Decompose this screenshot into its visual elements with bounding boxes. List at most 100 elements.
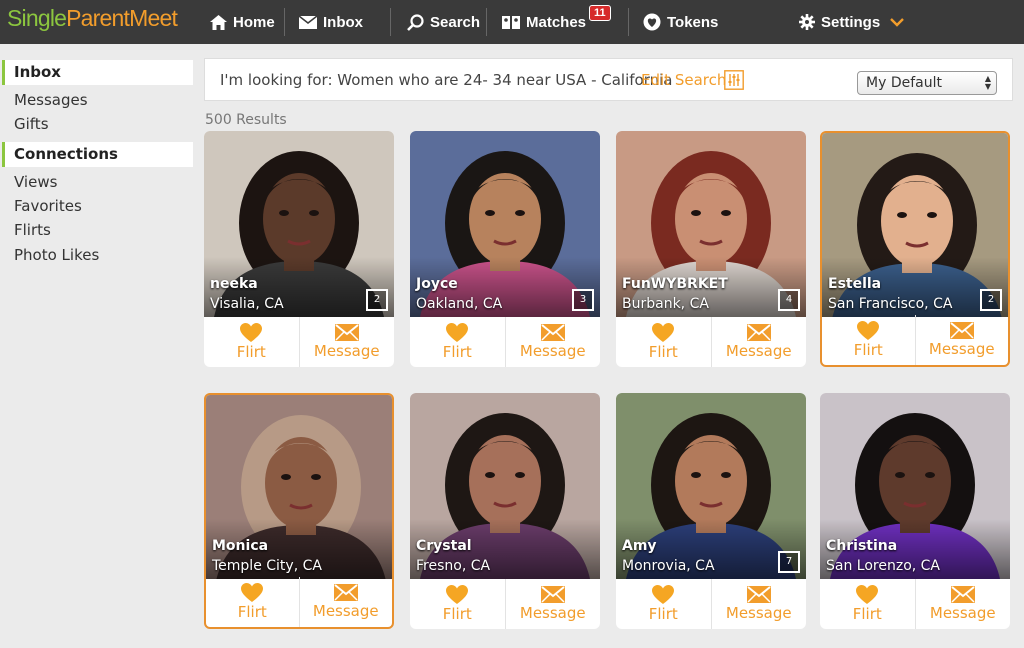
envelope-icon: [334, 324, 359, 341]
card-actions: Flirt Message: [822, 315, 1008, 365]
envelope-icon: [746, 324, 771, 341]
sidebar-item-gifts[interactable]: Gifts: [14, 115, 49, 133]
chevron-down-icon[interactable]: [890, 17, 905, 27]
flirt-label: Flirt: [442, 343, 472, 361]
sliders-icon[interactable]: [724, 70, 744, 90]
photo-count-badge[interactable]: 3: [572, 289, 594, 311]
message-button[interactable]: Message: [914, 579, 1011, 629]
nav-tokens[interactable]: Tokens: [643, 0, 718, 44]
flirt-button[interactable]: Flirt: [204, 317, 299, 367]
sort-select[interactable]: My Default ▲ ▼: [857, 71, 997, 95]
nav-settings[interactable]: Settings: [799, 0, 910, 44]
home-icon: [210, 14, 227, 30]
profile-location: San Francisco, CA: [828, 296, 953, 312]
nav-divider: [390, 8, 391, 36]
profile-name: Crystal: [416, 538, 472, 554]
flirt-label: Flirt: [852, 605, 882, 623]
nav-home-label: Home: [233, 13, 275, 31]
profile-photo[interactable]: Monica Temple City, CA: [206, 395, 392, 579]
nav-inbox[interactable]: Inbox: [299, 0, 363, 44]
profile-card[interactable]: Monica Temple City, CA Flirt Message: [204, 393, 394, 629]
nav-home[interactable]: Home: [210, 0, 275, 44]
message-button[interactable]: Message: [298, 577, 393, 627]
profile-card[interactable]: neeka Visalia, CA 2 Flirt Message: [204, 131, 394, 367]
nav-settings-label: Settings: [821, 13, 881, 31]
profile-card[interactable]: Estella San Francisco, CA 2 Flirt Messag…: [820, 131, 1010, 367]
photo-count-badge[interactable]: 7: [778, 551, 800, 573]
flirt-label: Flirt: [236, 343, 266, 361]
nav-divider: [284, 8, 285, 36]
profile-photo[interactable]: Crystal Fresno, CA: [410, 393, 600, 579]
profile-photo[interactable]: neeka Visalia, CA 2: [204, 131, 394, 317]
message-label: Message: [929, 604, 996, 622]
card-actions: Flirt Message: [616, 579, 806, 629]
profile-location: San Lorenzo, CA: [826, 558, 941, 574]
flirt-button[interactable]: Flirt: [206, 577, 299, 627]
gear-icon: [799, 14, 815, 30]
message-button[interactable]: Message: [298, 317, 395, 367]
flirt-button[interactable]: Flirt: [822, 315, 915, 365]
nav-divider: [628, 8, 629, 36]
envelope-icon: [950, 586, 975, 603]
flirt-button[interactable]: Flirt: [616, 317, 711, 367]
select-arrows-icon: ▲ ▼: [984, 74, 991, 91]
nav-search[interactable]: Search: [407, 0, 480, 44]
profile-photo[interactable]: Christina San Lorenzo, CA: [820, 393, 1010, 579]
profile-card[interactable]: Crystal Fresno, CA Flirt Message: [410, 393, 600, 629]
profile-photo[interactable]: FunWYBRKET Burbank, CA 4: [616, 131, 806, 317]
sidebar-heading-inbox[interactable]: Inbox: [2, 60, 193, 85]
envelope-icon: [540, 324, 565, 341]
top-navigation-bar: SingleParentMeet Home Inbox Search Match…: [0, 0, 1024, 44]
search-criteria-bar: I'm looking for: Women who are 24- 34 ne…: [204, 58, 1013, 101]
photo-count-badge[interactable]: 2: [980, 289, 1002, 311]
heart-icon: [652, 323, 675, 342]
card-actions: Flirt Message: [410, 579, 600, 629]
card-actions: Flirt Message: [204, 317, 394, 367]
envelope-icon: [949, 322, 974, 339]
sidebar-heading-connections[interactable]: Connections: [2, 142, 193, 167]
nav-matches[interactable]: Matches: [502, 0, 586, 44]
card-actions: Flirt Message: [616, 317, 806, 367]
site-logo[interactable]: SingleParentMeet: [7, 5, 178, 32]
sidebar-item-flirts[interactable]: Flirts: [14, 221, 51, 239]
sidebar-item-views[interactable]: Views: [14, 173, 57, 191]
profile-photo[interactable]: Joyce Oakland, CA 3: [410, 131, 600, 317]
profile-name: Joyce: [416, 276, 458, 292]
flirt-button[interactable]: Flirt: [410, 579, 505, 629]
flirt-button[interactable]: Flirt: [616, 579, 711, 629]
nav-search-label: Search: [430, 13, 481, 31]
profile-name: Monica: [212, 538, 269, 554]
message-button[interactable]: Message: [710, 579, 807, 629]
message-label: Message: [725, 604, 792, 622]
sidebar-item-messages[interactable]: Messages: [14, 91, 88, 109]
flirt-button[interactable]: Flirt: [820, 579, 915, 629]
profile-photo[interactable]: Estella San Francisco, CA 2: [822, 133, 1008, 317]
profile-card[interactable]: FunWYBRKET Burbank, CA 4 Flirt Message: [616, 131, 806, 367]
heart-icon: [652, 585, 675, 604]
message-button[interactable]: Message: [504, 317, 601, 367]
edit-search-link[interactable]: Edit Search: [641, 71, 726, 89]
sidebar-item-favorites[interactable]: Favorites: [14, 197, 82, 215]
profile-name: neeka: [210, 276, 258, 292]
heart-icon: [857, 321, 880, 340]
message-button[interactable]: Message: [710, 317, 807, 367]
heart-icon: [446, 323, 469, 342]
nav-inbox-label: Inbox: [323, 13, 363, 31]
message-button[interactable]: Message: [504, 579, 601, 629]
sidebar-item-photo-likes[interactable]: Photo Likes: [14, 246, 99, 264]
envelope-icon: [299, 15, 317, 29]
profile-location: Fresno, CA: [416, 558, 491, 574]
photo-count-badge[interactable]: 2: [366, 289, 388, 311]
profile-name: Amy: [622, 538, 657, 554]
photo-count-badge[interactable]: 4: [778, 289, 800, 311]
profile-card[interactable]: Christina San Lorenzo, CA Flirt Message: [820, 393, 1010, 629]
profile-card[interactable]: Joyce Oakland, CA 3 Flirt Message: [410, 131, 600, 367]
flirt-button[interactable]: Flirt: [410, 317, 505, 367]
message-button[interactable]: Message: [914, 315, 1009, 365]
profile-name: Christina: [826, 538, 898, 554]
nav-matches-label: Matches: [526, 13, 587, 31]
profile-location: Monrovia, CA: [622, 558, 715, 574]
search-criteria-text: I'm looking for: Women who are 24- 34 ne…: [220, 71, 673, 89]
profile-card[interactable]: Amy Monrovia, CA 7 Flirt Message: [616, 393, 806, 629]
profile-photo[interactable]: Amy Monrovia, CA 7: [616, 393, 806, 579]
